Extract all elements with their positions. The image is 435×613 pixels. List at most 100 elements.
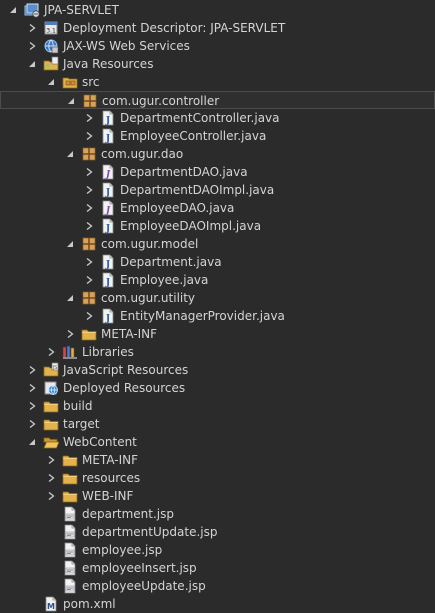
- collapse-arrow-icon[interactable]: [65, 95, 77, 107]
- tree-node[interactable]: J DepartmentDAOImpl.java: [0, 181, 435, 199]
- expand-arrow-icon[interactable]: [26, 418, 38, 430]
- tree-node-label: Department.java: [120, 255, 222, 269]
- expand-arrow-icon[interactable]: [45, 346, 57, 358]
- expand-arrow-icon[interactable]: [45, 454, 57, 466]
- tree-node-label: employeeUpdate.jsp: [82, 579, 206, 593]
- expand-arrow-icon[interactable]: [83, 166, 95, 178]
- tree-node[interactable]: JPA-SERVLET: [0, 1, 435, 19]
- tree-node[interactable]: META-INF: [0, 325, 435, 343]
- tree-node[interactable]: com.ugur.dao: [0, 145, 435, 163]
- tree-node[interactable]: WEB-INF: [0, 487, 435, 505]
- tree-node[interactable]: Mpom.xml: [0, 595, 435, 613]
- tree-node[interactable]: target: [0, 415, 435, 433]
- tree-node[interactable]: J EmployeeDAOImpl.java: [0, 217, 435, 235]
- svg-text:J: J: [105, 188, 110, 198]
- tree-node[interactable]: resources: [0, 469, 435, 487]
- collapse-arrow-icon[interactable]: [64, 148, 76, 160]
- tree-node[interactable]: 3.1 Deployment Descriptor: JPA-SERVLET: [0, 19, 435, 37]
- tree-node-label: JPA-SERVLET: [44, 3, 119, 17]
- expand-arrow-icon[interactable]: [26, 22, 38, 34]
- expand-arrow-icon[interactable]: [83, 112, 95, 124]
- tree-node-label: Libraries: [82, 345, 134, 359]
- tree-node-label: Java Resources: [63, 57, 154, 71]
- tree-node[interactable]: J DepartmentController.java: [0, 109, 435, 127]
- expand-arrow-icon[interactable]: [45, 490, 57, 502]
- tree-node-label: WEB-INF: [82, 489, 134, 503]
- collapse-arrow-icon[interactable]: [64, 292, 76, 304]
- package-icon: [82, 93, 98, 109]
- folder-icon: [62, 470, 78, 486]
- tree-node-label: Employee.java: [120, 273, 209, 287]
- tree-node[interactable]: departmentUpdate.jsp: [0, 523, 435, 541]
- tree-node-label: src: [82, 75, 100, 89]
- svg-text:J: J: [105, 134, 110, 144]
- tree-node[interactable]: J EmployeeDAO.java: [0, 199, 435, 217]
- package-icon: [81, 290, 97, 306]
- tree-node[interactable]: department.jsp: [0, 505, 435, 523]
- jsp-file-icon: [62, 560, 78, 576]
- collapse-arrow-icon[interactable]: [45, 76, 57, 88]
- expand-arrow-icon[interactable]: [83, 202, 95, 214]
- java-class-icon: J: [100, 218, 116, 234]
- tree-node-label: JavaScript Resources: [63, 363, 189, 377]
- jsp-file-icon: [62, 542, 78, 558]
- tree-node[interactable]: src: [0, 73, 435, 91]
- jsp-file-icon: [62, 578, 78, 594]
- svg-text:J: J: [105, 260, 110, 270]
- expand-arrow-icon[interactable]: [26, 364, 38, 376]
- tree-node[interactable]: Libraries: [0, 343, 435, 361]
- tree-node[interactable]: J EmployeeController.java: [0, 127, 435, 145]
- tree-node[interactable]: J DepartmentDAO.java: [0, 163, 435, 181]
- tree-node-label: EmployeeController.java: [120, 129, 267, 143]
- expand-arrow-icon[interactable]: [83, 274, 95, 286]
- tree-node[interactable]: employeeInsert.jsp: [0, 559, 435, 577]
- tree-node[interactable]: WebContent: [0, 433, 435, 451]
- tree-node[interactable]: J EntityManagerProvider.java: [0, 307, 435, 325]
- java-resources-icon: [43, 56, 59, 72]
- expand-arrow-icon[interactable]: [45, 472, 57, 484]
- tree-node[interactable]: build: [0, 397, 435, 415]
- expand-arrow-icon[interactable]: [83, 184, 95, 196]
- collapse-arrow-icon[interactable]: [7, 4, 19, 16]
- tree-node[interactable]: com.ugur.controller: [0, 91, 435, 109]
- tree-node-label: com.ugur.dao: [101, 147, 184, 161]
- tree-node-label: target: [63, 417, 100, 431]
- expand-arrow-icon[interactable]: [83, 256, 95, 268]
- tree-node[interactable]: J Department.java: [0, 253, 435, 271]
- collapse-arrow-icon[interactable]: [26, 436, 38, 448]
- tree-node[interactable]: J Employee.java: [0, 271, 435, 289]
- collapse-arrow-icon[interactable]: [26, 58, 38, 70]
- svg-text:J: J: [104, 170, 111, 180]
- tree-node[interactable]: employeeUpdate.jsp: [0, 577, 435, 595]
- svg-text:J: J: [104, 206, 111, 216]
- expand-arrow-icon[interactable]: [26, 40, 38, 52]
- svg-text:J: J: [105, 224, 110, 234]
- tree-node-label: com.ugur.controller: [102, 94, 220, 108]
- tree-node[interactable]: com.ugur.model: [0, 235, 435, 253]
- tree-node[interactable]: JS JavaScript Resources: [0, 361, 435, 379]
- expand-arrow-icon[interactable]: [26, 382, 38, 394]
- expand-arrow-icon[interactable]: [26, 400, 38, 412]
- expand-arrow-icon[interactable]: [83, 310, 95, 322]
- jsp-file-icon: [62, 506, 78, 522]
- tree-node-label: pom.xml: [63, 597, 116, 611]
- tree-node-label: build: [63, 399, 93, 413]
- svg-text:J: J: [105, 278, 110, 288]
- tree-node[interactable]: JAX-WS Web Services: [0, 37, 435, 55]
- expand-arrow-icon[interactable]: [83, 220, 95, 232]
- java-interface-icon: J: [100, 164, 116, 180]
- collapse-arrow-icon[interactable]: [64, 238, 76, 250]
- expand-arrow-icon[interactable]: [64, 328, 76, 340]
- tree-node-label: department.jsp: [82, 507, 175, 521]
- tree-node[interactable]: Deployed Resources: [0, 379, 435, 397]
- tree-node[interactable]: META-INF: [0, 451, 435, 469]
- tree-node-label: Deployment Descriptor: JPA-SERVLET: [63, 21, 286, 35]
- libraries-icon: [62, 344, 78, 360]
- tree-node[interactable]: employee.jsp: [0, 541, 435, 559]
- tree-node[interactable]: Java Resources: [0, 55, 435, 73]
- expand-arrow-icon[interactable]: [83, 130, 95, 142]
- tree-node[interactable]: com.ugur.utility: [0, 289, 435, 307]
- svg-text:3.1: 3.1: [46, 28, 56, 35]
- source-folder-icon: [62, 74, 78, 90]
- java-class-icon: J: [100, 308, 116, 324]
